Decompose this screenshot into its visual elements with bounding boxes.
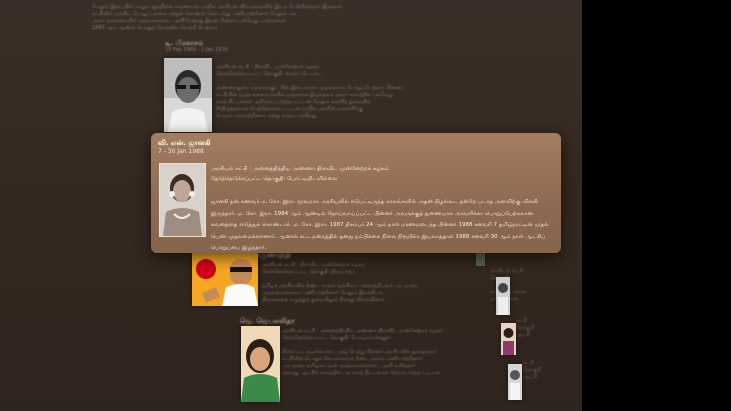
timeline-text-block: கட்சி தொகுதி ஆட்சி (523, 360, 542, 380)
black-side-panel (582, 0, 731, 411)
popup-description: ஜானகி தன் கணவர் ம. கோ. இரா. மூலமாக அரசிய… (211, 199, 549, 251)
popup-constituency: தேர்ந்தெடுக்கப்பட்ட தொகுதி: போட்டியிடவில… (211, 176, 338, 182)
timeline-text-block: அரசியல் கட்சி : அனைத்திந்திய அண்ணா திராவ… (282, 328, 444, 376)
portrait-photo-woman[interactable] (241, 326, 280, 402)
portrait-photo-small[interactable] (501, 323, 516, 355)
entry-detail-popup[interactable]: வி. என். ஜானகி 7 - 30 Jan 1988 அரசியல் க… (151, 133, 561, 253)
timeline-entry-title: டி. பிரகாசம் (165, 39, 204, 47)
popup-portrait-photo[interactable] (159, 163, 206, 237)
timeline-text-block: அரசியல் கட்சி : திராவிட முன்னேற்றக் கழகம… (216, 64, 403, 119)
timeline-text-block: கட்சி தொகுதி ஆட்சி (516, 318, 535, 338)
timeline-text-block: அரசியல் கட்சி : திராவிட முன்னேற்றக் கழகம… (262, 262, 418, 303)
popup-name: வி. என். ஜானகி (158, 139, 211, 147)
popup-meta: அரசியல் கட்சி : அனைத்திந்திய அண்ணா திராவ… (211, 164, 389, 184)
portrait-photo-small[interactable] (476, 253, 485, 266)
portrait-photo-small[interactable] (496, 277, 510, 315)
timeline-entry-dates: 10 Feb 1969 - 1 Jan 1976 (165, 47, 228, 53)
popup-dates: 7 - 30 Jan 1988 (158, 148, 204, 155)
timeline-entry-header[interactable]: ஜெ. ஜெயலலிதா (240, 318, 295, 325)
portrait-photo-small[interactable] (508, 364, 522, 400)
timeline-text-block: மேலும் இடையில் மாறும் சூழ்நிலை காரணமாக ம… (92, 4, 343, 31)
timeline-entry-header[interactable]: டி. பிரகாசம் 10 Feb 1969 - 1 Jan 1976 (165, 40, 228, 54)
popup-party: அரசியல் கட்சி : அனைத்திந்திய அண்ணா திராவ… (211, 166, 389, 172)
timeline-entry-title: ஜெ. ஜெயலலிதா (240, 317, 295, 325)
portrait-photo-man-sunglasses[interactable] (192, 253, 258, 306)
timeline-viewport[interactable]: மேலும் இடையில் மாறும் சூழ்நிலை காரணமாக ம… (0, 0, 582, 411)
portrait-photo-man-glasses[interactable] (164, 58, 212, 132)
